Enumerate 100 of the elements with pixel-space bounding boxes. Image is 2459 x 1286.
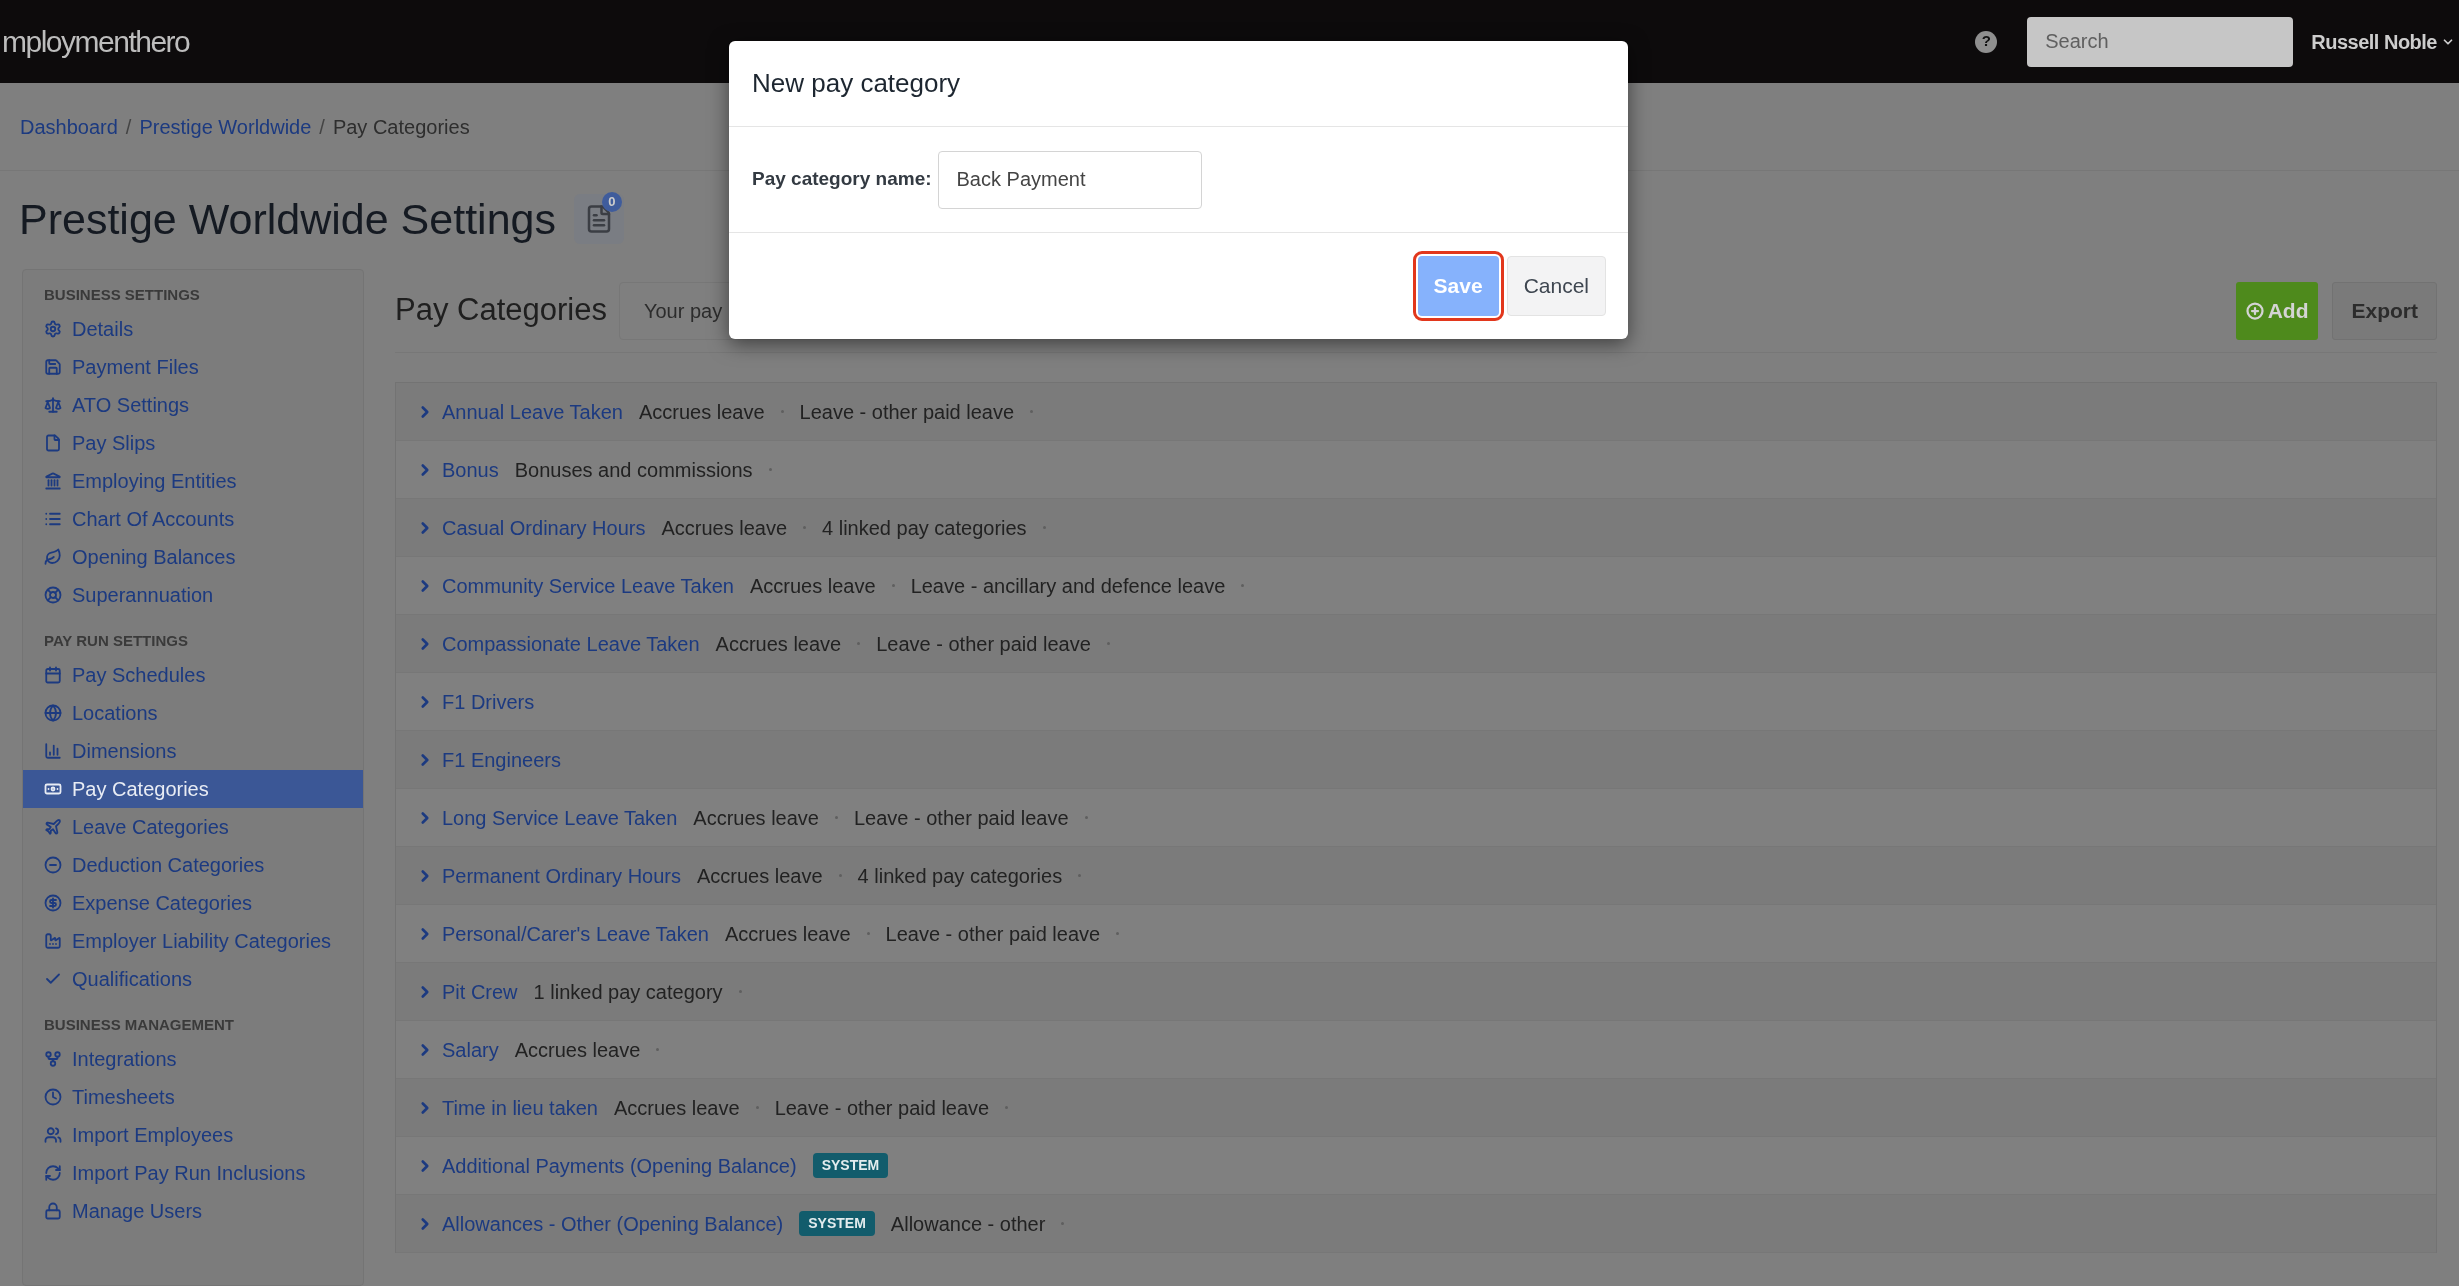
pay-category-link[interactable]: Bonus xyxy=(442,454,499,485)
breadcrumb-separator: / xyxy=(125,114,132,140)
category-detail: Accrues leave xyxy=(750,573,876,599)
pay-category-link[interactable]: Time in lieu taken xyxy=(442,1092,598,1123)
pay-category-link[interactable]: Permanent Ordinary Hours xyxy=(442,860,681,891)
sidebar-item[interactable]: Import Pay Run Inclusions xyxy=(23,1154,363,1192)
pay-category-row[interactable]: Compassionate Leave Taken Accrues leave Leave - other paid leave xyxy=(396,615,2436,673)
sidebar-item[interactable]: Chart Of Accounts xyxy=(23,500,363,538)
section-heading: BUSINESS MANAGEMENT xyxy=(43,1014,235,1035)
field-label: Pay category name: xyxy=(752,167,932,192)
refresh-icon xyxy=(44,1164,62,1182)
breadcrumb-link[interactable]: Dashboard xyxy=(20,111,118,142)
pay-category-row[interactable]: Casual Ordinary Hours Accrues leave 4 linked pay categories xyxy=(396,499,2436,557)
pay-category-row[interactable]: Annual Leave Taken Accrues leave Leave - other paid leave xyxy=(396,383,2436,441)
category-detail: Leave - other paid leave xyxy=(885,921,1101,947)
pay-category-link[interactable]: Pit Crew xyxy=(442,976,518,1007)
category-detail: Accrues leave xyxy=(514,1037,641,1063)
lifebuoy-icon xyxy=(44,586,62,604)
sidebar-item[interactable]: Superannuation xyxy=(23,576,363,614)
sidebar-item[interactable]: Details xyxy=(23,310,363,348)
export-button[interactable]: Export xyxy=(2332,281,2437,340)
pay-category-link[interactable]: Additional Payments (Opening Balance) xyxy=(442,1150,797,1181)
fork-icon xyxy=(44,1050,62,1068)
logo[interactable]: mploymenthero xyxy=(2,19,190,64)
bar-chart-icon xyxy=(44,742,62,760)
sidebar-item[interactable]: Manage Users xyxy=(23,1192,363,1230)
sidebar-item[interactable]: Pay Schedules xyxy=(23,656,363,694)
sidebar-item[interactable]: Leave Categories xyxy=(23,808,363,846)
search-field[interactable]: Search xyxy=(2027,16,2294,67)
category-detail: Accrues leave xyxy=(638,399,765,425)
category-detail: Allowance - other xyxy=(890,1211,1046,1237)
category-detail: Leave - other paid leave xyxy=(854,805,1069,831)
system-tag: SYSTEM xyxy=(812,1153,889,1178)
sidebar-item[interactable]: Qualifications xyxy=(23,960,363,998)
minus-circle-icon xyxy=(44,856,62,874)
scales-icon xyxy=(44,396,62,414)
sidebar-item[interactable]: ATO Settings xyxy=(23,386,363,424)
sidebar-item[interactable]: Locations xyxy=(23,694,363,732)
dialog-title: New pay category xyxy=(752,67,961,100)
plus-icon xyxy=(2245,301,2264,320)
pay-category-link[interactable]: Allowances - Other (Opening Balance) xyxy=(442,1208,784,1239)
breadcrumb-current: Pay Categories xyxy=(332,114,470,140)
pay-category-row[interactable]: Pit Crew 1 linked pay category xyxy=(396,963,2436,1021)
user-menu[interactable]: Russell Noble xyxy=(2311,26,2455,57)
sidebar-item[interactable]: Integrations xyxy=(23,1040,363,1078)
globe-icon xyxy=(44,704,62,722)
pay-category-link[interactable]: Long Service Leave Taken xyxy=(442,802,678,833)
pay-category-link[interactable]: Personal/Carer's Leave Taken xyxy=(442,918,709,949)
pay-category-row[interactable]: F1 Engineers xyxy=(396,731,2436,789)
sidebar-item[interactable]: Pay Categories xyxy=(23,770,363,808)
category-detail: Leave - other paid leave xyxy=(876,631,1091,657)
pay-category-row[interactable]: Allowances - Other (Opening Balance) SYSTEM Allowance - other xyxy=(396,1195,2436,1253)
sidebar-item[interactable]: Opening Balances xyxy=(23,538,363,576)
category-detail: Accrues leave xyxy=(614,1095,740,1121)
pay-category-name-field[interactable]: Back Payment xyxy=(937,150,1202,209)
sidebar-item[interactable]: Employer Liability Categories xyxy=(23,922,363,960)
pay-category-link[interactable]: Compassionate Leave Taken xyxy=(442,628,700,659)
breadcrumb-link[interactable]: Prestige Worldwide xyxy=(139,111,312,142)
category-detail: Accrues leave xyxy=(693,805,819,831)
pay-category-row[interactable]: Time in lieu taken Accrues leave Leave - other paid leave xyxy=(396,1079,2436,1137)
notes-button[interactable]: 0 xyxy=(573,194,624,244)
section-heading: PAY RUN SETTINGS xyxy=(43,630,189,651)
notification-badge: 0 xyxy=(601,192,622,212)
clock-icon xyxy=(44,1088,62,1106)
category-detail: Leave - other paid leave xyxy=(799,399,1015,425)
sidebar-item[interactable]: Deduction Categories xyxy=(23,846,363,884)
pay-category-row[interactable]: Permanent Ordinary Hours Accrues leave 4 linked pay categories xyxy=(396,847,2436,905)
leaf-icon xyxy=(44,548,62,566)
sidebar-item[interactable]: Expense Categories xyxy=(23,884,363,922)
sidebar-item[interactable]: Payment Files xyxy=(23,348,363,386)
pay-category-link[interactable]: F1 Drivers xyxy=(442,686,535,717)
category-detail: Leave - other paid leave xyxy=(774,1095,990,1121)
sidebar-item[interactable]: Dimensions xyxy=(23,732,363,770)
plane-icon xyxy=(44,818,62,836)
lock-icon xyxy=(44,1202,62,1220)
category-detail: Accrues leave xyxy=(697,863,823,889)
pay-category-link[interactable]: Annual Leave Taken xyxy=(442,396,623,427)
pay-category-link[interactable]: F1 Engineers xyxy=(442,744,561,775)
category-detail: 1 linked pay category xyxy=(533,979,723,1005)
sidebar-item[interactable]: Import Employees xyxy=(23,1116,363,1154)
category-detail: Accrues leave xyxy=(724,921,851,947)
sidebar-item[interactable]: Pay Slips xyxy=(23,424,363,462)
list-icon xyxy=(44,510,62,528)
factory-icon xyxy=(44,932,62,950)
pay-category-link[interactable]: Community Service Leave Taken xyxy=(442,570,734,601)
page-title: Prestige Worldwide Settings xyxy=(19,193,556,245)
sidebar-item[interactable]: Timesheets xyxy=(23,1078,363,1116)
dollar-circle-icon xyxy=(44,894,62,912)
section-title: Pay Categories xyxy=(395,291,607,330)
category-detail: 4 linked pay categories xyxy=(822,515,1027,541)
cancel-button[interactable]: Cancel xyxy=(1506,256,1606,316)
category-detail: Leave - ancillary and defence leave xyxy=(910,573,1226,599)
pay-category-link[interactable]: Salary xyxy=(442,1034,499,1065)
help-icon[interactable]: ? xyxy=(1975,30,1998,53)
category-detail: Bonuses and commissions xyxy=(514,457,753,483)
add-button[interactable]: Add xyxy=(2235,281,2319,340)
sidebar-item[interactable]: Employing Entities xyxy=(23,462,363,500)
pay-category-link[interactable]: Casual Ordinary Hours xyxy=(442,512,646,543)
section-heading: BUSINESS SETTINGS xyxy=(43,284,201,305)
category-detail: Accrues leave xyxy=(715,631,842,657)
